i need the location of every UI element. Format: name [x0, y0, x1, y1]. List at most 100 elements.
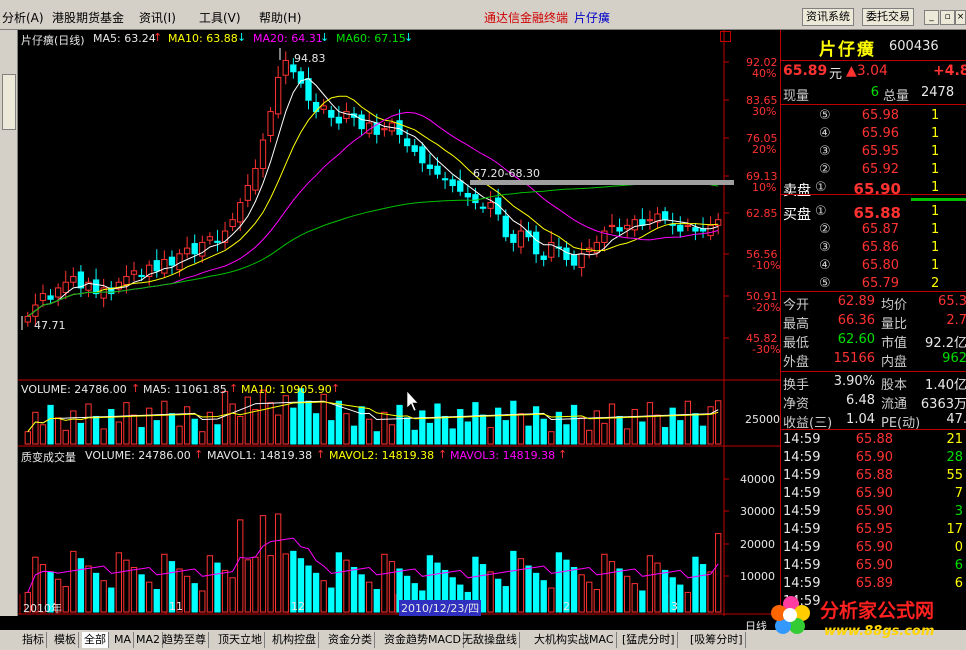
stat-value: 6363万	[920, 397, 966, 412]
indicator-bar	[479, 564, 487, 613]
vertical-scrollbar[interactable]	[0, 30, 18, 616]
candle-body	[320, 105, 327, 110]
candle-body	[47, 295, 54, 300]
tick-row: 14:59 65.90 0	[781, 540, 966, 558]
book-volume: 1	[931, 108, 940, 123]
stat-value: 47.	[946, 412, 966, 427]
info-system-button[interactable]: 资讯系统	[802, 8, 854, 26]
tab-1[interactable]: 模板	[52, 632, 79, 648]
tab-3[interactable]: MA	[112, 632, 135, 648]
indicator-chart	[24, 513, 722, 613]
stat-row: 最高 66.36 量比 2.7	[781, 313, 966, 332]
tick-volume: 7	[954, 486, 963, 501]
candle-body	[464, 192, 471, 198]
stock-code: 600436	[889, 39, 939, 54]
tick-time: 14:59	[783, 558, 821, 573]
indicator-bar	[593, 589, 600, 613]
tick-volume: 0	[954, 540, 963, 555]
bid-label: 买盘	[783, 207, 811, 223]
indicator-bar	[639, 590, 646, 613]
stat-label: 流通	[881, 397, 908, 412]
app-title-text: 通达信金融终端	[484, 11, 569, 25]
menu-help[interactable]: 帮助(H)	[259, 9, 301, 26]
indicator-bar	[221, 569, 229, 613]
indicator-bar	[328, 587, 335, 613]
vol-axis-25000: 25000	[745, 413, 780, 426]
indicator-bar	[70, 550, 77, 613]
trade-button[interactable]: 委托交易	[862, 8, 914, 26]
volume-bar	[677, 420, 684, 445]
indicator-bar	[624, 575, 631, 613]
indicator-bar	[62, 586, 69, 613]
tab-6[interactable]: 顶天立地	[216, 632, 265, 648]
book-volume: 1	[931, 144, 940, 159]
chart-area[interactable]: 片仔癀(日线) MA5: 63.24 ↑ MA10: 63.88 ↓ MA20:…	[18, 30, 781, 633]
indicator-bar	[631, 583, 638, 613]
ind-vol-up-arrow-icon: ↑	[194, 448, 204, 461]
close-icon[interactable]: ×	[955, 10, 966, 25]
volume-bar	[237, 415, 244, 445]
tab-7[interactable]: 机构控盘	[270, 632, 319, 648]
indicator-bar	[616, 568, 623, 613]
tab-5[interactable]: 趋势至尊	[160, 632, 209, 648]
tick-row: 14:59 65.90 3	[781, 504, 966, 522]
divider	[781, 371, 966, 372]
chart-expand-icon[interactable]	[720, 31, 731, 42]
pct-axis-label: -30%	[752, 343, 781, 356]
tab-4[interactable]: MA2	[134, 632, 164, 648]
volume-bar	[176, 425, 183, 445]
indicator-bar	[343, 559, 350, 613]
book-row: ② 65.87 1	[781, 222, 966, 240]
menu-bar: 分析(A) 港股期货基金 资讯(I) 工具(V) 帮助(H) 通达信金融终端 片仔…	[0, 0, 966, 30]
indicator-bar	[692, 556, 699, 613]
volume-bar	[275, 414, 282, 445]
candle-body	[616, 227, 623, 232]
scroll-thumb[interactable]	[2, 74, 16, 130]
indicator-bar	[244, 559, 251, 613]
volume-bar	[411, 429, 418, 445]
tab-11[interactable]: 大机构实战MAC	[532, 632, 617, 648]
tab-13[interactable]: [吸筹分时]	[688, 632, 746, 648]
candle-body	[62, 281, 69, 293]
volume-bar	[624, 428, 631, 445]
tab-8[interactable]: 资金分类	[326, 632, 375, 648]
candle-chart	[21, 48, 734, 330]
minimize-icon[interactable]: _	[924, 10, 939, 25]
price-axis-label: 62.85	[746, 207, 778, 220]
volume-bar	[373, 431, 380, 445]
menu-analysis[interactable]: 分析(A)	[2, 9, 44, 26]
candle-body	[237, 202, 244, 223]
stat-value: 66.36	[837, 313, 875, 328]
candle-body	[259, 139, 267, 169]
book-price: 65.87	[861, 222, 899, 237]
indicator-bar	[510, 550, 517, 613]
candle-body	[70, 276, 77, 283]
level-marker: ④	[819, 258, 831, 273]
menu-tools[interactable]: 工具(V)	[199, 9, 241, 26]
tab-0[interactable]: 指标	[20, 632, 47, 648]
indicator-bar	[191, 583, 198, 613]
candle-body	[267, 111, 274, 136]
indicator-bar	[312, 572, 320, 613]
menu-hk-futures[interactable]: 港股期货基金	[52, 9, 124, 26]
volume-bar	[669, 407, 676, 445]
tab-12[interactable]: [猛虎分时]	[620, 632, 678, 648]
candle-body	[229, 219, 236, 227]
candle-body	[123, 276, 130, 286]
tab-2[interactable]: 全部	[82, 632, 109, 648]
tab-9[interactable]: 资金趋势MACD	[382, 632, 464, 648]
stat-label: 均价	[881, 298, 908, 313]
candle-body	[502, 215, 509, 238]
divider	[781, 291, 966, 292]
menu-info[interactable]: 资讯(I)	[139, 9, 176, 26]
indicator-bar	[487, 571, 494, 613]
indicator-bar	[601, 553, 608, 613]
volume-bar	[199, 431, 206, 445]
volume-bar	[426, 422, 434, 445]
restore-icon[interactable]: ▫	[940, 10, 955, 25]
volume-bar	[692, 413, 699, 445]
volume-bar	[608, 403, 616, 445]
ma10-down-arrow-icon: ↓	[237, 31, 247, 44]
tab-10[interactable]: 无敌操盘线	[460, 632, 520, 648]
chart-svg[interactable]	[18, 30, 780, 616]
